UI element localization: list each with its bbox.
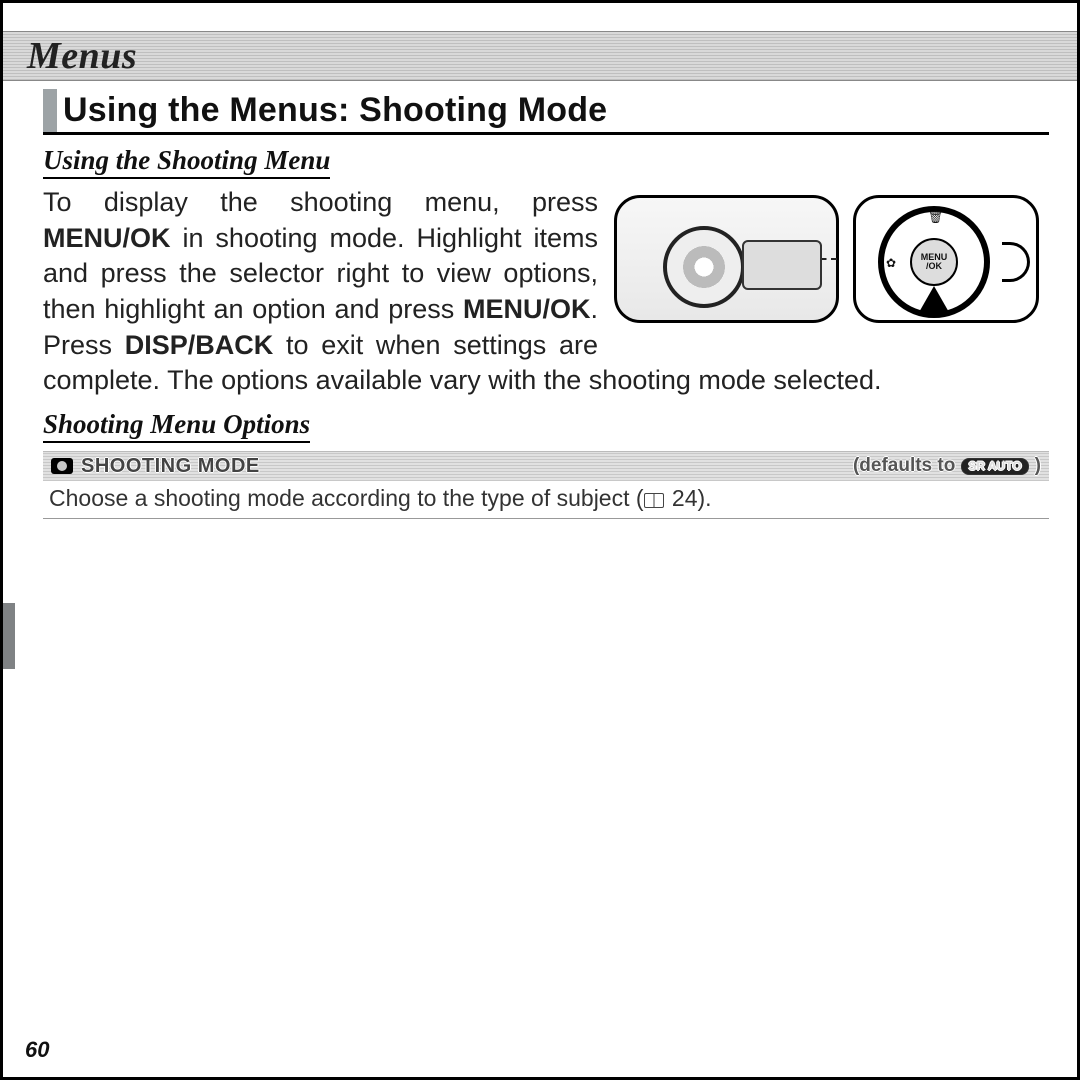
sr-auto-badge: SR AUTO [961,458,1028,475]
up-arrow-icon [918,286,950,314]
heading-marker [43,89,57,132]
option-header: SHOOTING MODE (defaults to SR AUTO ) [43,451,1049,481]
dial-hub-label: MENU /OK [910,238,958,286]
camera-icon [51,458,73,474]
section-side-tab [3,603,15,669]
selector-dial-icon: MENU /OK 🗑 ✿ [853,195,1039,323]
option-description: Choose a shooting mode according to the … [43,481,1049,519]
option-title: SHOOTING MODE [81,455,260,478]
option-shooting-mode: SHOOTING MODE (defaults to SR AUTO ) Cho… [43,451,1049,519]
chapter-bar: Menus [3,31,1077,81]
subsection-shooting-menu-options: Shooting Menu Options [43,409,310,443]
camera-illustration: MENU /OK 🗑 ✿ [614,189,1049,329]
section-heading: Using the Menus: Shooting Mode [63,89,607,132]
trash-icon: 🗑 [928,210,943,224]
chapter-title: Menus [27,34,137,78]
page-ref-icon [644,493,664,508]
subsection-using-shooting-menu: Using the Shooting Menu [43,145,330,179]
page-number: 60 [25,1037,49,1063]
macro-icon: ✿ [886,256,896,270]
option-default-note: (defaults to SR AUTO ) [853,455,1041,477]
section-heading-row: Using the Menus: Shooting Mode [43,89,1049,135]
camera-body-icon [614,195,839,323]
